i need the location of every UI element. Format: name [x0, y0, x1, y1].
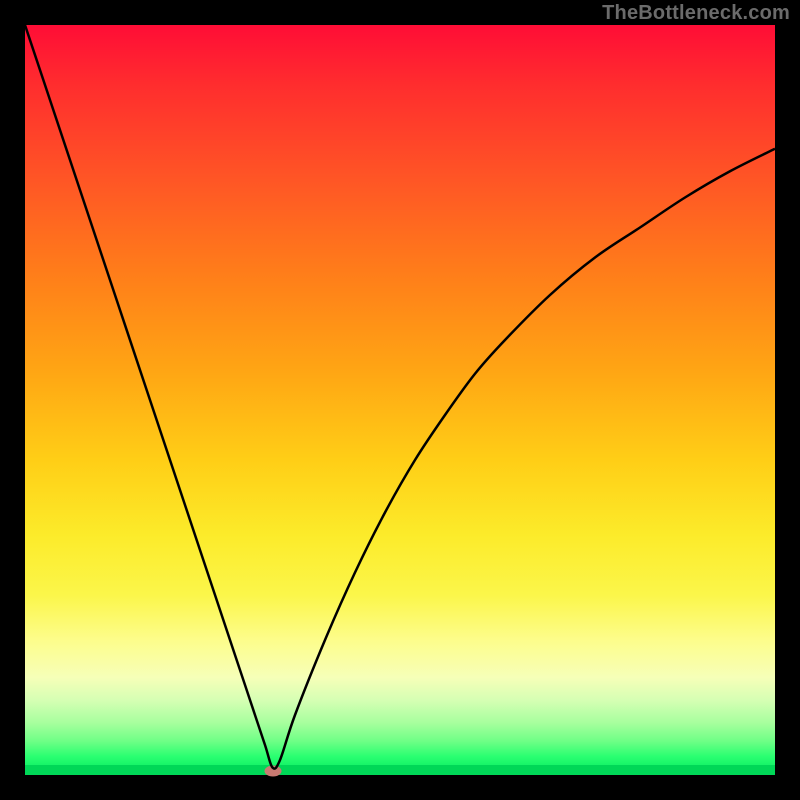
- watermark-label: TheBottleneck.com: [602, 2, 790, 25]
- chart-plot-area: [25, 25, 775, 775]
- chart-frame: TheBottleneck.com: [0, 0, 800, 800]
- bottleneck-curve: [25, 25, 775, 775]
